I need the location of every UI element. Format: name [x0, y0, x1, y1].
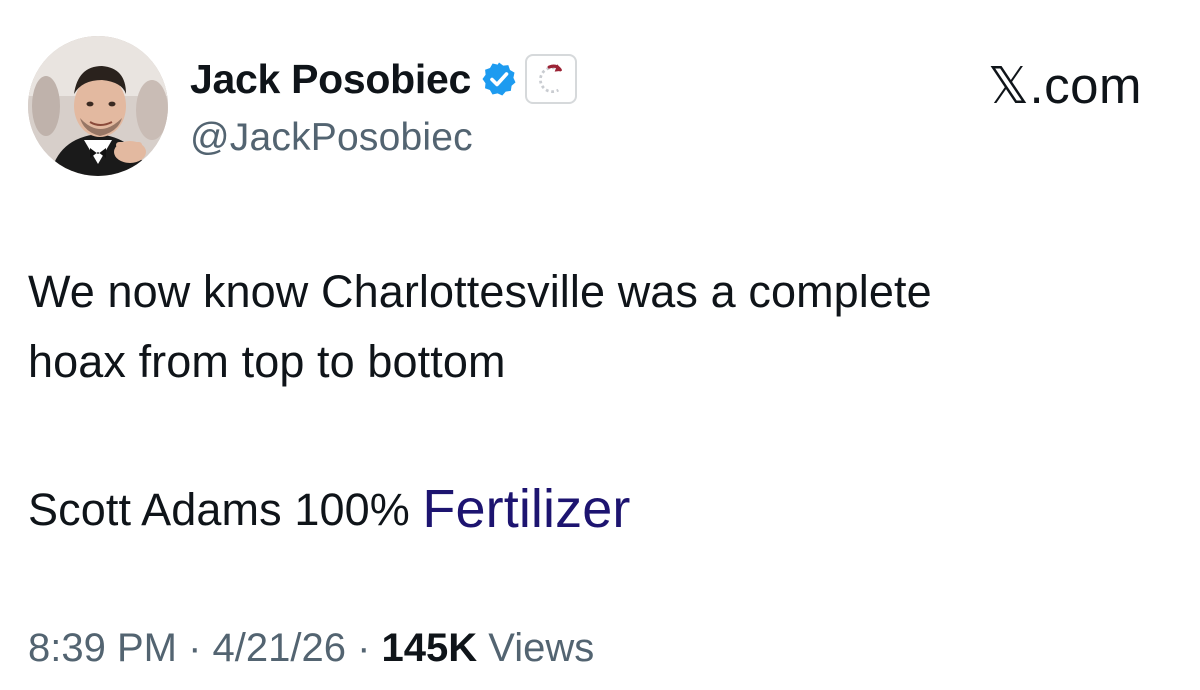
tweet-card: Jack Posobiec @JackPosobiec 𝕏.com We now… [0, 0, 1200, 690]
views-label: Views [477, 626, 595, 670]
meta-separator: · [345, 626, 382, 670]
tweet-meta: 8:39 PM · 4/21/26 · 145K Views [28, 626, 594, 671]
tweet-text-line: Scott Adams 100% Fertilizer [28, 478, 630, 540]
views-count: 145K [381, 626, 478, 670]
tweet-text-line: hoax from top to bottom [28, 336, 506, 387]
display-name[interactable]: Jack Posobiec [190, 56, 471, 103]
site-label: 𝕏.com [987, 57, 1142, 114]
author-name-row: Jack Posobiec [190, 54, 577, 104]
tweet-text-line: We now know Charlottesville was a comple… [28, 266, 932, 317]
tweet-text: Scott Adams 100% [28, 484, 423, 535]
tweet-time[interactable]: 8:39 PM [28, 626, 177, 670]
author-handle[interactable]: @JackPosobiec [190, 116, 473, 160]
affiliation-badge-icon[interactable] [524, 54, 577, 104]
verified-badge-icon [481, 61, 517, 97]
tweet-link[interactable]: Fertilizer [422, 479, 630, 539]
avatar[interactable] [28, 36, 168, 176]
tweet-date[interactable]: 4/21/26 [213, 626, 346, 670]
avatar-photo-icon [28, 36, 168, 176]
meta-separator: · [176, 626, 213, 670]
